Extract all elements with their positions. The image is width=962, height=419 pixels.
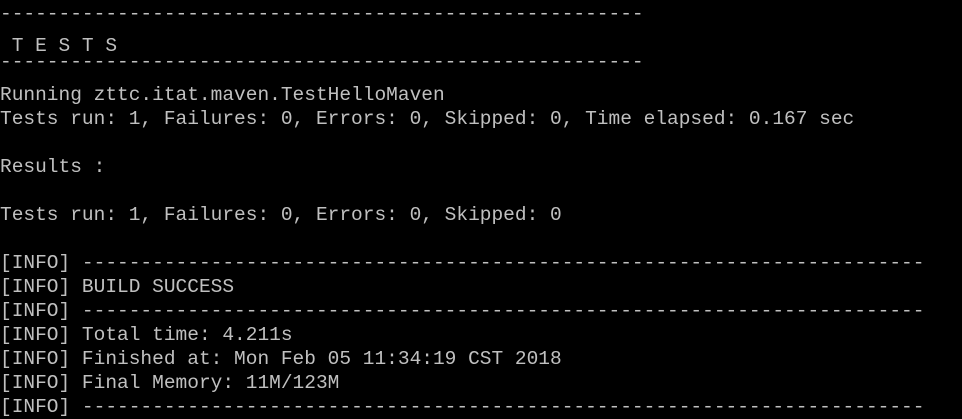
separator-line: ----------------------------------------… <box>0 50 644 74</box>
line-text: Tests run: 1, Failures: 0, Errors: 0, Sk… <box>0 204 562 226</box>
info-separator-line: [INFO] ---------------------------------… <box>0 395 924 419</box>
final-memory-line: [INFO] Final Memory: 11M/123M <box>0 371 339 395</box>
line-text: ----------------------------------------… <box>0 51 644 73</box>
line-text: ----------------------------------------… <box>0 3 644 25</box>
build-status-line: [INFO] BUILD SUCCESS <box>0 275 234 299</box>
console-output[interactable]: ----------------------------------------… <box>0 0 962 419</box>
info-tag: [INFO] <box>0 276 71 298</box>
separator-line: ----------------------------------------… <box>0 2 644 26</box>
line-text: Tests run: 1, Failures: 0, Errors: 0, Sk… <box>0 108 855 130</box>
test-result-line: Tests run: 1, Failures: 0, Errors: 0, Sk… <box>0 107 854 131</box>
line-text: Finished at: Mon Feb 05 11:34:19 CST 201… <box>70 348 562 370</box>
info-separator-line: [INFO] ---------------------------------… <box>0 251 924 275</box>
line-text: Running zttc.itat.maven.TestHelloMaven <box>0 84 445 106</box>
line-text: Total time: 4.211s <box>70 324 293 346</box>
line-text: ----------------------------------------… <box>70 300 925 322</box>
line-text: ----------------------------------------… <box>70 396 925 418</box>
info-tag: [INFO] <box>0 372 71 394</box>
results-summary-line: Tests run: 1, Failures: 0, Errors: 0, Sk… <box>0 203 562 227</box>
total-time-line: [INFO] Total time: 4.211s <box>0 323 293 347</box>
info-tag: [INFO] <box>0 396 71 418</box>
line-text: Results : <box>0 156 106 178</box>
running-test-line: Running zttc.itat.maven.TestHelloMaven <box>0 83 445 107</box>
info-tag: [INFO] <box>0 324 71 346</box>
line-text: ----------------------------------------… <box>70 252 925 274</box>
info-tag: [INFO] <box>0 252 71 274</box>
info-separator-line: [INFO] ---------------------------------… <box>0 299 924 323</box>
info-tag: [INFO] <box>0 348 71 370</box>
finished-at-line: [INFO] Finished at: Mon Feb 05 11:34:19 … <box>0 347 562 371</box>
results-heading: Results : <box>0 155 105 179</box>
info-tag: [INFO] <box>0 300 71 322</box>
line-text: BUILD SUCCESS <box>70 276 235 298</box>
line-text: Final Memory: 11M/123M <box>70 372 340 394</box>
